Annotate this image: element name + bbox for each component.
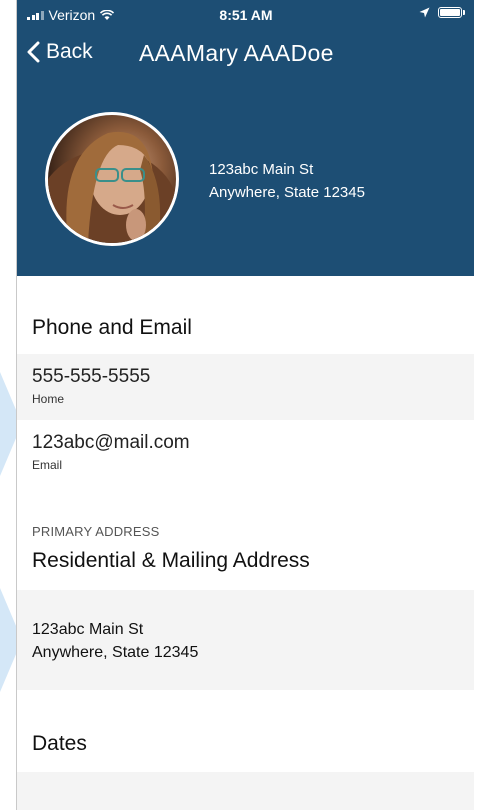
profile-address: 123abc Main St Anywhere, State 12345	[209, 158, 365, 204]
right-margin	[474, 0, 479, 810]
profile-address-line1: 123abc Main St	[209, 161, 314, 178]
contact-detail-screen: Verizon 8:51 AM Back AAAMary AAADoe 123a…	[16, 0, 474, 810]
status-right-group	[419, 7, 465, 18]
status-time: 8:51 AM	[219, 7, 273, 23]
address-line2: Anywhere, State 12345	[32, 644, 199, 661]
page-title: AAAMary AAADoe	[139, 40, 334, 66]
dates-row[interactable]	[17, 772, 474, 810]
email-row[interactable]: 123abc@mail.com Email	[17, 420, 474, 486]
phone-number: 555-555-5555	[32, 366, 151, 387]
phone-row[interactable]: 555-555-5555 Home	[17, 354, 474, 420]
battery-tip	[463, 10, 465, 15]
email-address: 123abc@mail.com	[32, 432, 190, 453]
profile-header: Verizon 8:51 AM Back AAAMary AAADoe 123a…	[17, 0, 474, 276]
address-line1: 123abc Main St	[32, 621, 144, 638]
primary-address-caption: PRIMARY ADDRESS	[32, 524, 160, 539]
battery-icon	[438, 7, 462, 18]
email-type-label: Email	[32, 458, 63, 472]
avatar-photo	[48, 131, 176, 243]
address-heading: Residential & Mailing Address	[32, 549, 310, 572]
location-arrow-icon	[419, 7, 430, 18]
address-row[interactable]: 123abc Main St Anywhere, State 12345	[17, 590, 474, 690]
chevron-left-icon	[27, 41, 40, 63]
dates-heading: Dates	[32, 732, 87, 755]
phone-email-heading: Phone and Email	[32, 316, 192, 339]
back-button[interactable]: Back	[27, 40, 93, 64]
back-label: Back	[46, 40, 93, 63]
nav-bar: Back AAAMary AAADoe	[17, 38, 474, 74]
phone-type-label: Home	[32, 392, 65, 406]
avatar	[45, 112, 179, 246]
status-bar: Verizon 8:51 AM	[17, 0, 474, 30]
profile-address-line2: Anywhere, State 12345	[209, 184, 365, 201]
